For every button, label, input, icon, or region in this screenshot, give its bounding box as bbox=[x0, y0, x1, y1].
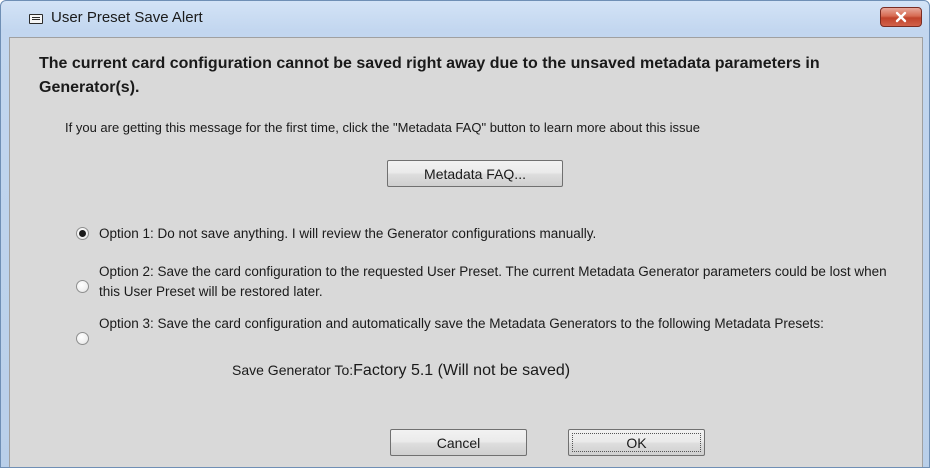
cancel-button[interactable]: Cancel bbox=[390, 429, 527, 456]
option-2-label: Option 2: Save the card configuration to… bbox=[99, 264, 887, 299]
option-1-label: Option 1: Do not save anything. I will r… bbox=[99, 226, 597, 241]
alert-heading: The current card configuration cannot be… bbox=[39, 55, 820, 96]
save-generator-to: Save Generator To:Factory 5.1 (Will not … bbox=[232, 362, 570, 380]
save-generator-to-label: Save Generator To: bbox=[232, 362, 354, 378]
close-button[interactable] bbox=[880, 7, 922, 27]
option-1-radio[interactable] bbox=[76, 227, 89, 240]
ok-button[interactable]: OK bbox=[568, 429, 705, 456]
dialog-window: User Preset Save Alert The current card … bbox=[0, 0, 930, 468]
close-icon bbox=[895, 11, 907, 23]
info-message: If you are getting this message for the … bbox=[65, 120, 700, 135]
option-3-label: Option 3: Save the card configuration an… bbox=[99, 316, 824, 331]
dialog-body: The current card configuration cannot be… bbox=[9, 37, 923, 467]
title-bar[interactable]: User Preset Save Alert bbox=[1, 1, 929, 37]
option-3-radio[interactable] bbox=[76, 332, 89, 345]
save-generator-to-value: Factory 5.1 (Will not be saved) bbox=[353, 362, 571, 379]
option-2-radio[interactable] bbox=[76, 280, 89, 293]
window-icon bbox=[29, 14, 43, 24]
window-title: User Preset Save Alert bbox=[51, 9, 203, 26]
metadata-faq-button[interactable]: Metadata FAQ... bbox=[387, 160, 563, 187]
